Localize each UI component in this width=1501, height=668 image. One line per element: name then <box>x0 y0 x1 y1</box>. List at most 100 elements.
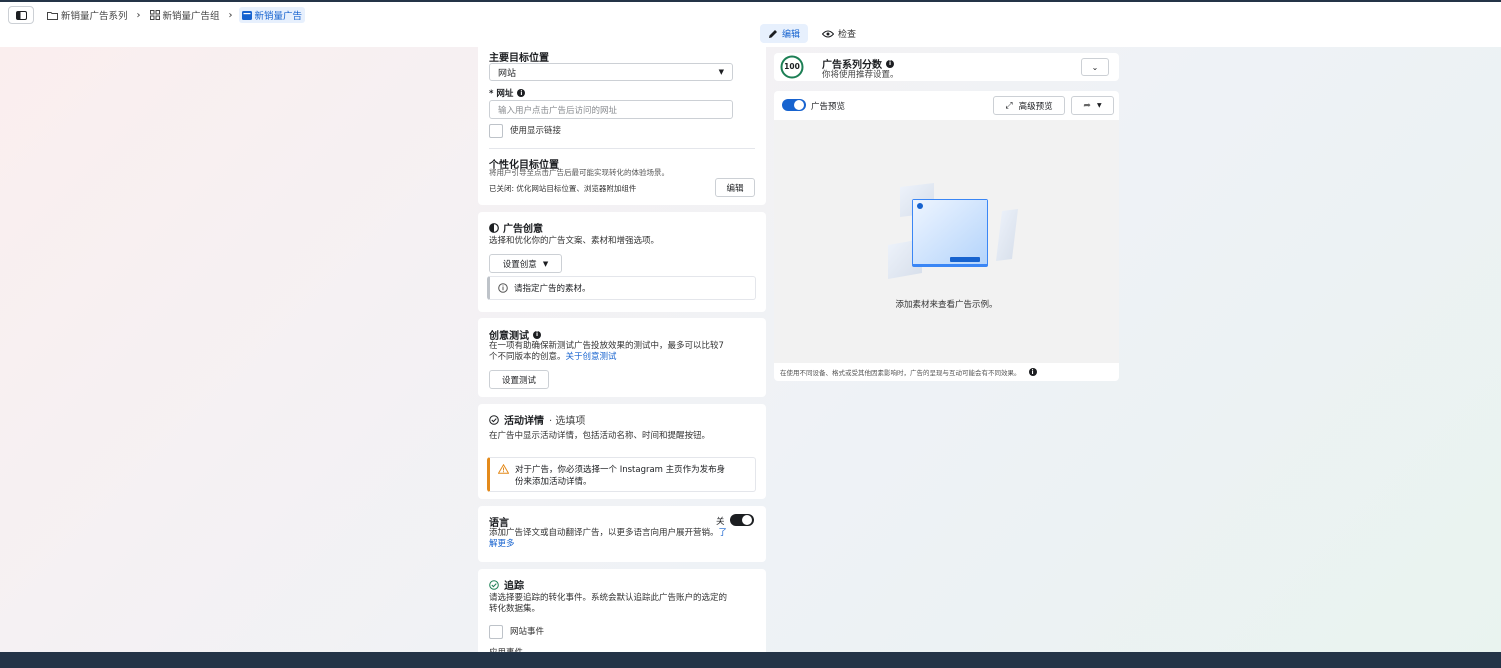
activity-warning-line2: 份来添加活动详情。 <box>515 477 592 487</box>
breadcrumb-campaign-label: 新销量广告系列 <box>61 11 128 22</box>
language-desc-line1: 添加广告译文或自动翻译广告，以更多语言向用户展开营销。 <box>489 528 719 538</box>
toggle-knob <box>794 100 804 110</box>
folder-icon <box>47 11 58 20</box>
breadcrumb-ad-label: 新销量广告 <box>254 11 303 22</box>
caret-down-icon: ▼ <box>718 68 724 76</box>
advanced-preview-label: 高级预览 <box>1018 101 1053 112</box>
warning-icon <box>498 464 509 474</box>
score-ring: 100 <box>780 55 804 79</box>
share-icon: ➦ <box>1083 100 1091 111</box>
toggle-knob <box>742 515 752 525</box>
personal-destination-desc: 将用户引导至点击广告后最可能实现转化的体验场景。 <box>489 168 669 177</box>
bottom-bar <box>0 652 1501 668</box>
chevron-down-icon: ⌄ <box>1091 62 1099 72</box>
ad-icon <box>241 10 252 20</box>
tab-edit[interactable]: 编辑 <box>760 24 809 43</box>
activity-title-suffix: · 选填项 <box>549 416 586 427</box>
language-learn-more-part1[interactable]: 了 <box>719 528 728 538</box>
activity-title: 活动详情 <box>504 416 544 427</box>
divider <box>489 148 755 149</box>
preview-canvas: 添加素材来查看广告示例。 <box>774 120 1119 363</box>
setup-test-label: 设置测试 <box>501 375 536 386</box>
advanced-preview-button[interactable]: ⤢ 高级预览 <box>993 96 1065 115</box>
breadcrumb-ad[interactable]: 新销量广告 <box>238 7 306 23</box>
activity-title-row: 活动详情 · 选填项 <box>489 412 585 427</box>
creative-test-desc-line2: 个不同版本的创意。 <box>489 352 566 362</box>
creative-notice: 请指定广告的素材。 <box>487 276 756 300</box>
creative-title-row: 广告创意 <box>489 220 543 235</box>
half-circle-icon <box>489 222 499 233</box>
breadcrumb: 新销量广告系列 › 新销量广告组 › 新销量广告 <box>44 6 306 24</box>
destination-card: 主要目标位置 网站 ▼ * 网址 i 输入用户点击广告后访问的网址 使用显示链接… <box>478 47 766 205</box>
tab-review-label: 检查 <box>838 30 857 40</box>
preview-footer: 在使用不同设备、格式或受其他因素影响时，广告的呈现与互动可能会有不同效果。 i <box>780 367 1037 377</box>
check-circle-icon <box>489 579 499 590</box>
creative-card: 广告创意 选择和优化你的广告文案、素材和增强选项。 设置创意 ▼ 请指定广告的素… <box>478 212 766 312</box>
language-toggle[interactable] <box>730 514 754 526</box>
caret-down-icon: ▼ <box>542 259 549 268</box>
expand-icon: ⤢ <box>1005 100 1013 111</box>
activity-details-card: 活动详情 · 选填项 在广告中显示活动详情，包括活动名称、时间和提醒按钮。 对于… <box>478 404 766 499</box>
creative-notice-text: 请指定广告的素材。 <box>514 284 591 294</box>
setup-creative-label: 设置创意 <box>502 259 537 270</box>
chevron-right-icon: › <box>228 9 233 21</box>
empty-preview-text: 添加素材来查看广告示例。 <box>895 300 998 310</box>
destination-select-value: 网站 <box>498 68 517 79</box>
score-value: 100 <box>784 62 800 71</box>
creative-test-desc-line2-row: 个不同版本的创意。关于创意测试 <box>489 351 617 363</box>
activity-warning: 对于广告，你必须选择一个 Instagram 主页作为发布身 份来添加活动详情。 <box>487 457 756 492</box>
destination-title: 主要目标位置 <box>489 53 549 64</box>
mode-tabs: 编辑 检查 <box>760 24 864 43</box>
website-events-checkbox[interactable] <box>489 625 503 639</box>
caret-down-icon: ▼ <box>1096 102 1102 109</box>
tab-edit-label: 编辑 <box>782 30 801 40</box>
score-card: 100 广告系列分数 i 你将使用推荐设置。 ⌄ <box>774 53 1119 81</box>
grid-icon <box>149 10 160 20</box>
check-circle-icon <box>489 414 499 425</box>
url-input-placeholder: 输入用户点击广告后访问的网址 <box>498 105 618 116</box>
website-events-label: 网站事件 <box>510 627 545 637</box>
destination-select[interactable]: 网站 ▼ <box>489 63 733 81</box>
preview-toggle-label: 广告预览 <box>811 102 846 112</box>
preview-footer-note: 在使用不同设备、格式或受其他因素影响时，广告的呈现与互动可能会有不同效果。 <box>780 369 1021 377</box>
breadcrumb-adset-label: 新销量广告组 <box>162 11 220 22</box>
info-icon[interactable]: i <box>1028 368 1037 376</box>
url-input[interactable]: 输入用户点击广告后访问的网址 <box>489 100 733 119</box>
preview-toggle[interactable] <box>782 99 806 111</box>
url-label: * 网址 <box>489 89 514 99</box>
tab-review[interactable]: 检查 <box>814 24 864 43</box>
language-learn-more-part2[interactable]: 解更多 <box>489 538 515 550</box>
setup-test-button[interactable]: 设置测试 <box>489 370 549 389</box>
score-expand-button[interactable]: ⌄ <box>1081 58 1109 76</box>
tracking-title-row: 追踪 <box>489 577 524 592</box>
activity-warning-line1: 对于广告，你必须选择一个 Instagram 主页作为发布身 <box>515 465 726 475</box>
language-toggle-label: 关 <box>716 517 725 527</box>
edit-personal-button[interactable]: 编辑 <box>715 178 755 197</box>
breadcrumb-adset[interactable]: 新销量广告组 <box>147 7 223 23</box>
score-desc: 你将使用推荐设置。 <box>822 70 899 80</box>
creative-test-link[interactable]: 关于创意测试 <box>566 352 617 362</box>
tracking-title: 追踪 <box>504 581 524 592</box>
info-icon[interactable]: i <box>533 330 541 339</box>
chevron-right-icon: › <box>136 9 141 21</box>
creative-title: 广告创意 <box>503 224 543 235</box>
share-button[interactable]: ➦ ▼ <box>1071 96 1114 115</box>
empty-preview-illustration <box>888 183 1018 279</box>
breadcrumb-campaign[interactable]: 新销量广告系列 <box>44 7 131 23</box>
creative-desc: 选择和优化你的广告文案、素材和增强选项。 <box>489 236 660 246</box>
url-label-row: * 网址 i <box>489 87 526 99</box>
edit-personal-label: 编辑 <box>726 183 744 194</box>
preview-panel: 广告预览 ⤢ 高级预览 ➦ ▼ 添加素材来查看广告示例。 在使用不同设备、格式或… <box>774 91 1119 381</box>
eye-icon <box>822 30 835 37</box>
header: 新销量广告系列 › 新销量广告组 › 新销量广告 编辑 检查 <box>0 2 1501 47</box>
language-card: 语言 关 添加广告译文或自动翻译广告，以更多语言向用户展开营销。了 解更多 <box>478 506 766 562</box>
display-link-label: 使用显示链接 <box>510 126 562 136</box>
sidebar-icon <box>15 10 27 20</box>
setup-creative-button[interactable]: 设置创意 ▼ <box>489 254 562 273</box>
sidebar-toggle-button[interactable] <box>8 6 34 24</box>
activity-warning-text: 对于广告，你必须选择一个 Instagram 主页作为发布身 份来添加活动详情。 <box>515 464 725 488</box>
info-icon[interactable]: i <box>517 89 526 97</box>
info-icon[interactable]: i <box>886 59 894 68</box>
creative-test-card: 创意测试 i 在一项有助确保新测试广告投放效果的测试中，最多可以比较7 个不同版… <box>478 318 766 397</box>
display-link-checkbox[interactable] <box>489 124 503 138</box>
